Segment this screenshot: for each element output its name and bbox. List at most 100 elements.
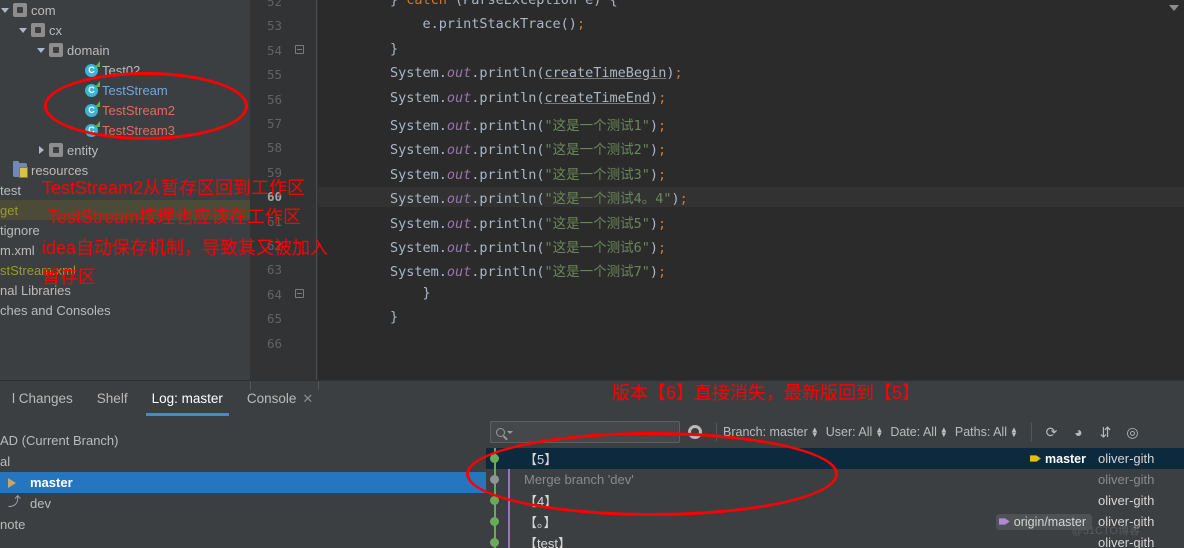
editor-gutter[interactable]: 52 53 54 55 56 57 58 59 60 61 62 63 64 65 66 xyxy=(250,0,564,380)
code-token: System. xyxy=(390,240,447,256)
commit-row[interactable]: Merge branch 'dev' oliver-gith xyxy=(486,469,1184,490)
branch-label: master xyxy=(30,475,73,490)
stepper-icon[interactable]: ▲ ▼ xyxy=(875,426,883,439)
line-number: 62 xyxy=(266,238,282,253)
tab-console[interactable]: Console ✕ xyxy=(235,382,325,416)
tree-item-tignore[interactable]: tignore xyxy=(0,220,250,240)
code-token: createTimeEnd xyxy=(544,89,651,106)
code-line[interactable]: } xyxy=(318,309,398,325)
chevron-down-icon[interactable] xyxy=(507,430,513,434)
branch-item-master[interactable]: master xyxy=(0,472,486,493)
tree-item-entity[interactable]: entity xyxy=(0,140,250,160)
search-input[interactable] xyxy=(490,421,680,443)
ref-label[interactable]: master xyxy=(1027,451,1092,467)
tree-item-teststream3[interactable]: C TestStream3 xyxy=(0,120,250,140)
project-tree-panel[interactable]: com cx domain C Test02 C TestStream C TestStream… xyxy=(0,0,250,380)
search-icon xyxy=(496,427,505,437)
tree-item-test[interactable]: test xyxy=(0,180,250,200)
java-class-icon: C xyxy=(85,100,100,117)
tab-shelf[interactable]: Shelf xyxy=(85,382,140,416)
gutter-separator xyxy=(316,0,317,380)
code-line[interactable]: System.out.println("这是一个测试3"); xyxy=(318,163,666,183)
eye-icon[interactable]: ◎ xyxy=(1124,424,1141,441)
code-token: catch xyxy=(406,0,447,8)
code-line[interactable]: System.out.println("这是一个测试2"); xyxy=(318,138,666,158)
code-line[interactable]: } xyxy=(318,41,398,57)
branch-item-note[interactable]: note xyxy=(0,514,486,535)
code-line[interactable]: System.out.println(createTimeBegin); xyxy=(318,65,683,81)
filter-date[interactable]: Date: All xyxy=(890,425,937,439)
filter-branch[interactable]: Branch: master xyxy=(723,425,808,439)
code-line[interactable]: System.out.println("这是一个测试6"); xyxy=(318,236,666,256)
highlight-icon[interactable]: ◕ xyxy=(1070,424,1087,441)
chevron-down-icon[interactable] xyxy=(36,45,47,56)
branch-icon xyxy=(8,491,27,510)
branch-item-al[interactable]: al xyxy=(0,451,486,472)
commit-subject: 【。】 xyxy=(524,515,557,530)
code-token: ) xyxy=(649,166,658,183)
tree-item-get[interactable]: get xyxy=(0,200,250,220)
code-token: System. xyxy=(390,215,447,232)
tree-item-teststream2[interactable]: C TestStream2 xyxy=(0,100,250,120)
code-token: } xyxy=(390,40,399,57)
code-line[interactable]: System.out.println("这是一个测试1"); xyxy=(318,114,666,134)
package-icon xyxy=(31,23,45,37)
fold-marker-icon[interactable] xyxy=(295,288,306,300)
refresh-icon[interactable]: ⟳ xyxy=(1043,424,1060,441)
code-line[interactable]: System.out.println(createTimeEnd); xyxy=(318,90,666,106)
branch-list-panel[interactable]: AD (Current Branch) al master devnote xyxy=(0,416,486,548)
chevron-down-icon[interactable] xyxy=(1168,3,1180,15)
log-toolbar[interactable]: Branch: master ▲ ▼ User: All ▲ ▼ Date: All ▲ ▼ Pa… xyxy=(486,416,1184,448)
filter-paths[interactable]: Paths: All xyxy=(955,425,1007,439)
chevron-down-icon[interactable] xyxy=(0,5,11,16)
code-line[interactable]: } xyxy=(318,285,431,301)
commit-row[interactable]: 【4】 oliver-gith xyxy=(486,490,1184,511)
expand-collapse-icon[interactable]: ⇵ xyxy=(1097,424,1114,441)
stepper-icon[interactable]: ▲ ▼ xyxy=(940,426,948,439)
stepper-icon[interactable]: ▲ ▼ xyxy=(1010,426,1018,439)
stepper-icon[interactable]: ▲ ▼ xyxy=(811,426,819,439)
code-line[interactable]: } catch (ParseException e) { xyxy=(318,0,618,8)
tree-item-nal-libraries[interactable]: nal Libraries xyxy=(0,280,250,300)
chevron-down-icon[interactable] xyxy=(18,25,29,36)
tree-item-cx[interactable]: cx xyxy=(0,20,250,40)
close-icon[interactable]: ✕ xyxy=(302,391,313,406)
tree-item-m-xml[interactable]: m.xml xyxy=(0,240,250,260)
code-line[interactable]: System.out.println("这是一个测试7"); xyxy=(318,260,666,280)
commit-row[interactable]: 【5】 master oliver-gith xyxy=(486,448,1184,469)
tree-item-com[interactable]: com xyxy=(0,0,250,20)
line-number: 53 xyxy=(266,18,282,34)
tab-label: Shelf xyxy=(96,391,128,406)
chevron-right-icon[interactable] xyxy=(36,145,47,156)
tree-item-resources[interactable]: resources xyxy=(0,160,250,180)
code-line[interactable]: System.out.println("这是一个测试4。4"); xyxy=(318,187,1184,208)
fold-marker-icon[interactable] xyxy=(295,44,306,56)
code-editor[interactable]: } catch (ParseException e) { e.printStac… xyxy=(318,0,1184,380)
tree-item-label: TestStream3 xyxy=(102,122,175,138)
code-token: System. xyxy=(390,142,447,159)
tree-item-ches-and-consoles[interactable]: ches and Consoles xyxy=(0,300,250,320)
toolbar-divider xyxy=(1031,423,1032,441)
tab-l-changes[interactable]: l Changes xyxy=(0,382,85,416)
commit-graph-cell xyxy=(486,490,520,511)
tool-window-tabs[interactable]: l Changes Shelf Log: master Console ✕ xyxy=(0,380,1184,416)
filter-user[interactable]: User: All xyxy=(826,425,873,439)
code-line[interactable]: e.printStackTrace(); xyxy=(318,16,586,32)
tree-item-domain[interactable]: domain xyxy=(0,40,250,60)
code-token: out xyxy=(446,89,472,106)
commit-graph-cell xyxy=(486,511,520,532)
tree-item-teststream[interactable]: C TestStream xyxy=(0,80,250,100)
tab-log-master[interactable]: Log: master xyxy=(140,382,235,416)
log-filters[interactable]: Branch: master ▲ ▼ User: All ▲ ▼ Date: All ▲ ▼ Pa… xyxy=(723,425,1025,439)
commit-graph-cell xyxy=(486,469,520,490)
tree-item-test02[interactable]: C Test02 xyxy=(0,60,250,80)
gear-icon[interactable] xyxy=(688,425,702,439)
branch-item-ad-current-branch-[interactable]: AD (Current Branch) xyxy=(0,430,486,451)
commit-graph-cell xyxy=(486,532,520,548)
tree-item-ststream-xml[interactable]: stStream.xml xyxy=(0,260,250,280)
code-line[interactable]: System.out.println("这是一个测试5"); xyxy=(318,212,666,232)
branch-item-dev[interactable]: dev xyxy=(0,491,486,514)
code-token: ) xyxy=(671,191,680,208)
line-number: 65 xyxy=(266,311,282,327)
